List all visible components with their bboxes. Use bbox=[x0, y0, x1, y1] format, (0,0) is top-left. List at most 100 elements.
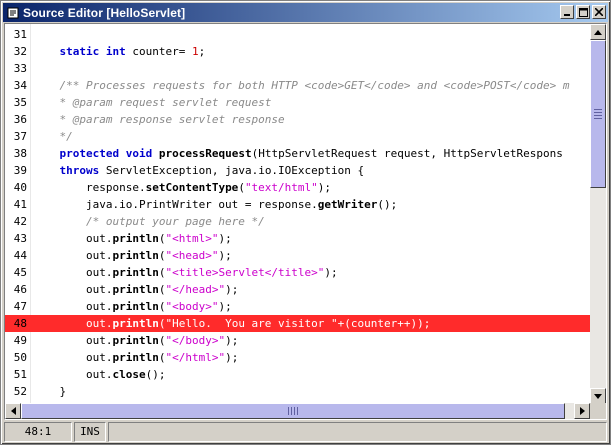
code-token: ); bbox=[225, 334, 239, 347]
code-line[interactable]: 32 static int counter= 1; bbox=[5, 43, 590, 60]
scroll-down-button[interactable] bbox=[590, 388, 606, 404]
code-token: /** Processes requests for both HTTP <co… bbox=[59, 79, 570, 92]
minimize-button[interactable] bbox=[560, 5, 574, 19]
code-line[interactable]: 45 out.println("<title>Servlet</title>")… bbox=[5, 264, 590, 281]
title-bar[interactable]: Source Editor [HelloServlet] bbox=[3, 3, 608, 22]
code-line[interactable]: 43 out.println("<html>"); bbox=[5, 230, 590, 247]
code-line[interactable]: 51 out.close(); bbox=[5, 366, 590, 383]
line-number[interactable]: 31 bbox=[5, 26, 27, 43]
code-token: * @param response servlet response bbox=[59, 113, 285, 126]
code-token: println bbox=[112, 334, 159, 347]
code-line[interactable]: 34 /** Processes requests for both HTTP … bbox=[5, 77, 590, 94]
code-line[interactable]: 31 bbox=[5, 26, 590, 43]
code-line[interactable]: 40 response.setContentType("text/html"); bbox=[5, 179, 590, 196]
scrollbar-corner bbox=[590, 403, 606, 419]
line-code: response.setContentType("text/html"); bbox=[33, 179, 331, 196]
code-line[interactable]: 46 out.println("</head>"); bbox=[5, 281, 590, 298]
code-token: println bbox=[112, 351, 159, 364]
code-token: response. bbox=[33, 181, 146, 194]
code-line[interactable]: 42 /* output your page here */ bbox=[5, 213, 590, 230]
line-number[interactable]: 34 bbox=[5, 77, 27, 94]
code-token: println bbox=[112, 249, 159, 262]
code-token: println bbox=[112, 283, 159, 296]
line-code: out.println("Hello. You are visitor "+(c… bbox=[33, 315, 430, 332]
line-number[interactable]: 46 bbox=[5, 281, 27, 298]
scroll-up-button[interactable] bbox=[590, 24, 606, 40]
line-code: protected void processRequest(HttpServle… bbox=[33, 145, 563, 162]
code-line[interactable]: 38 protected void processRequest(HttpSer… bbox=[5, 145, 590, 162]
code-line[interactable]: 37 */ bbox=[5, 128, 590, 145]
line-number[interactable]: 37 bbox=[5, 128, 27, 145]
editor-pane[interactable]: 31 32 static int counter= 1; 33 34 /** Proc… bbox=[4, 23, 607, 420]
code-token: "<html>" bbox=[165, 232, 219, 245]
code-token: "Hello. You are visitor " bbox=[165, 317, 338, 330]
line-number[interactable]: 38 bbox=[5, 145, 27, 162]
code-line[interactable]: 52 } bbox=[5, 383, 590, 400]
code-token: "text/html" bbox=[244, 181, 318, 194]
breakpoint-line[interactable]: 48 out.println("Hello. You are visitor "… bbox=[5, 315, 590, 332]
line-number[interactable]: 49 bbox=[5, 332, 27, 349]
vertical-scrollbar[interactable] bbox=[590, 24, 606, 404]
code-line[interactable]: 33 bbox=[5, 60, 590, 77]
code-line[interactable]: 47 out.println("<body>"); bbox=[5, 298, 590, 315]
line-number[interactable]: 32 bbox=[5, 43, 27, 60]
line-number[interactable]: 39 bbox=[5, 162, 27, 179]
line-number[interactable]: 48 bbox=[5, 315, 27, 332]
arrow-up-icon bbox=[594, 29, 602, 35]
code-area[interactable]: 31 32 static int counter= 1; 33 34 /** Proc… bbox=[5, 24, 590, 404]
code-token: processRequest bbox=[158, 147, 252, 160]
horizontal-scrollbar[interactable] bbox=[5, 403, 590, 419]
line-number[interactable]: 35 bbox=[5, 94, 27, 111]
code-line[interactable]: 36 * @param response servlet response bbox=[5, 111, 590, 128]
horizontal-scroll-thumb[interactable] bbox=[21, 403, 565, 419]
code-token: counter= bbox=[125, 45, 192, 58]
code-token: println bbox=[112, 300, 159, 313]
scroll-right-button[interactable] bbox=[574, 403, 590, 419]
line-number[interactable]: 40 bbox=[5, 179, 27, 196]
line-number[interactable]: 41 bbox=[5, 196, 27, 213]
code-token: /* output your page here */ bbox=[85, 215, 265, 228]
code-line[interactable]: 39 throws ServletException, java.io.IOEx… bbox=[5, 162, 590, 179]
code-token: out. bbox=[33, 266, 113, 279]
line-number[interactable]: 50 bbox=[5, 349, 27, 366]
vertical-scroll-thumb[interactable] bbox=[590, 40, 606, 188]
line-number[interactable]: 44 bbox=[5, 247, 27, 264]
line-number[interactable]: 52 bbox=[5, 383, 27, 400]
code-line[interactable]: 49 out.println("</body>"); bbox=[5, 332, 590, 349]
code-token: close bbox=[112, 368, 146, 381]
code-line[interactable]: 35 * @param request servlet request bbox=[5, 94, 590, 111]
code-token: out. bbox=[33, 283, 113, 296]
code-token: static bbox=[59, 45, 100, 58]
code-token: println bbox=[112, 317, 159, 330]
maximize-button[interactable] bbox=[576, 5, 590, 19]
line-number[interactable]: 47 bbox=[5, 298, 27, 315]
insert-mode-indicator[interactable]: INS bbox=[74, 422, 106, 442]
line-code: out.println("<head>"); bbox=[33, 247, 232, 264]
code-token: (); bbox=[145, 368, 166, 381]
line-code: * @param request servlet request bbox=[33, 94, 272, 111]
code-token: } bbox=[33, 385, 67, 398]
line-number[interactable]: 33 bbox=[5, 60, 27, 77]
source-editor-window: Source Editor [HelloServlet] 31 32 static… bbox=[0, 0, 611, 445]
code-line[interactable]: 41 java.io.PrintWriter out = response.ge… bbox=[5, 196, 590, 213]
code-token: println bbox=[112, 266, 159, 279]
line-number[interactable]: 42 bbox=[5, 213, 27, 230]
line-number[interactable]: 51 bbox=[5, 366, 27, 383]
code-line[interactable]: 50 out.println("</html>"); bbox=[5, 349, 590, 366]
scroll-left-button[interactable] bbox=[5, 403, 21, 419]
code-token: ServletException, java.io.IOException { bbox=[99, 164, 365, 177]
line-number[interactable]: 36 bbox=[5, 111, 27, 128]
code-token: ); bbox=[218, 300, 232, 313]
line-number[interactable]: 43 bbox=[5, 230, 27, 247]
code-token: ); bbox=[218, 232, 232, 245]
line-number[interactable]: 45 bbox=[5, 264, 27, 281]
code-line[interactable]: 44 out.println("<head>"); bbox=[5, 247, 590, 264]
code-token: "</html>" bbox=[165, 351, 226, 364]
close-button[interactable] bbox=[592, 5, 606, 19]
line-code: out.close(); bbox=[33, 366, 166, 383]
code-token: ( bbox=[238, 181, 245, 194]
